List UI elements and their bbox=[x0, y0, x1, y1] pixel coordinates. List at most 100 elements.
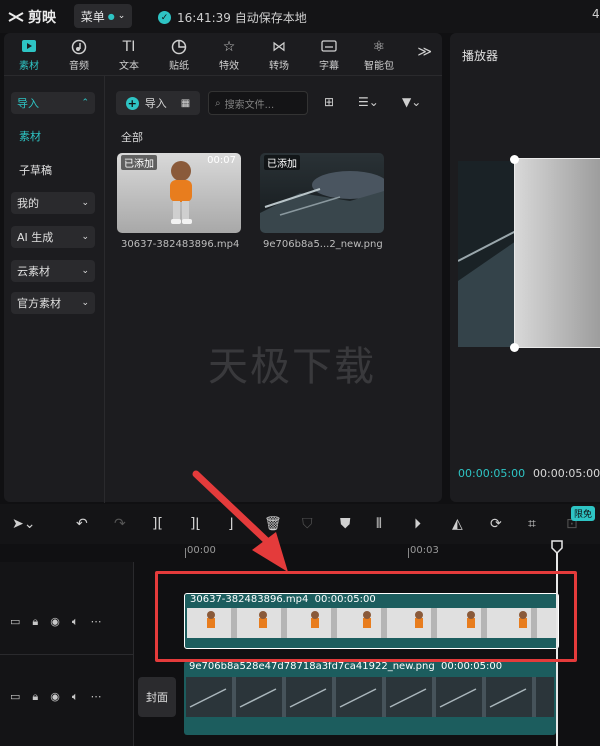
import-label: 导入 bbox=[144, 97, 167, 110]
resize-handle[interactable] bbox=[510, 155, 519, 164]
watermark-text: 天极下载 bbox=[208, 344, 376, 390]
tab-sticker[interactable]: 贴纸 bbox=[154, 33, 204, 75]
chevron-down-icon: ⌄ bbox=[117, 11, 126, 21]
volume-icon[interactable]: 🔈︎ bbox=[72, 690, 79, 704]
sort-icon[interactable]: ☰⌄ bbox=[358, 95, 379, 109]
media-icon bbox=[21, 39, 37, 55]
app-logo: 剪映 bbox=[8, 7, 56, 27]
tab-label: 贴纸 bbox=[169, 61, 189, 72]
image-clip[interactable]: 9e706b8a528e47d78718a3fd7ca41922_new.png… bbox=[184, 661, 556, 735]
import-button[interactable]: + 导入 ▦ bbox=[116, 91, 200, 115]
menu-button[interactable]: 菜单 ● ⌄ bbox=[74, 4, 132, 28]
thumbnail-duration: 00:07 bbox=[207, 155, 236, 166]
view-mode-icon[interactable]: ⊞ bbox=[324, 95, 334, 109]
rotate-icon[interactable]: ⟳ bbox=[490, 516, 502, 532]
subtitle-icon bbox=[321, 39, 337, 55]
more-icon[interactable]: ⋯ bbox=[90, 690, 101, 704]
preview-selected-layer[interactable] bbox=[514, 158, 600, 348]
character-figure bbox=[170, 161, 192, 224]
tab-subtitle[interactable]: 字幕 bbox=[304, 33, 354, 75]
sticker-icon bbox=[171, 39, 187, 55]
media-thumbnail-video[interactable]: 已添加 00:07 bbox=[117, 153, 241, 233]
check-icon: ✓ bbox=[158, 11, 171, 24]
track-thumbnail-icon[interactable]: ▭ bbox=[10, 615, 20, 629]
sidebar-item-label: 我的 bbox=[17, 197, 39, 210]
undo-icon[interactable]: ↶ bbox=[76, 516, 88, 532]
tab-media[interactable]: 素材 bbox=[4, 33, 54, 75]
app-name: 剪映 bbox=[28, 10, 56, 26]
scene-image bbox=[260, 171, 384, 233]
sidebar-item-draft[interactable]: 子草稿 bbox=[19, 162, 52, 178]
filmstrip-scene bbox=[189, 688, 527, 708]
preview-canvas bbox=[458, 155, 600, 352]
play-reverse-icon[interactable]: ⏵ bbox=[414, 516, 421, 532]
menu-label: 菜单 bbox=[80, 9, 105, 24]
select-tool-icon[interactable]: ➤⌄ bbox=[12, 516, 35, 532]
track-controls: ▭ 🔒︎ ◉ 🔈︎ ⋯ bbox=[10, 690, 101, 704]
track-header-divider bbox=[133, 562, 134, 746]
eye-icon[interactable]: ◉ bbox=[50, 690, 60, 704]
menu-dot-icon: ● bbox=[107, 11, 115, 21]
tick-label: 00:03 bbox=[410, 545, 439, 556]
effects-icon: ☆ bbox=[222, 39, 236, 55]
tab-label: 文本 bbox=[119, 61, 139, 72]
tab-audio[interactable]: 音频 bbox=[54, 33, 104, 75]
media-thumbnail-image[interactable]: 已添加 bbox=[260, 153, 384, 233]
sidebar-item-label: 官方素材 bbox=[17, 297, 61, 310]
sidebar-item-import[interactable]: 导入 ⌃ bbox=[11, 92, 95, 114]
lock-icon[interactable]: 🔒︎ bbox=[32, 615, 38, 629]
autosave-text: 16:41:39 自动保存本地 bbox=[177, 11, 307, 25]
all-filter-label: 全部 bbox=[121, 131, 143, 144]
tab-label: 音频 bbox=[69, 61, 89, 72]
lock-icon[interactable]: 🔒︎ bbox=[32, 690, 38, 704]
free-badge: 限免 bbox=[571, 506, 596, 521]
tab-label: 转场 bbox=[269, 61, 289, 72]
annotation-arrow-icon bbox=[192, 470, 288, 572]
more-tabs-icon[interactable]: ≫ bbox=[417, 44, 432, 60]
crop-icon[interactable]: ⌗ bbox=[528, 516, 536, 532]
mirror-icon[interactable]: ◭ bbox=[452, 516, 463, 532]
media-tabs: 素材 音频 TI 文本 贴纸 ☆ 特效 ⋈ 转场 字幕 ⚛ 智能包 bbox=[4, 33, 442, 75]
tick-mark bbox=[408, 548, 409, 558]
sidebar-item-mine[interactable]: 我的 ⌄ bbox=[11, 192, 95, 214]
sidebar-item-cloud[interactable]: 云素材 ⌄ bbox=[11, 260, 95, 282]
tab-text[interactable]: TI 文本 bbox=[104, 33, 154, 75]
capcut-logo-icon bbox=[8, 12, 24, 22]
preview-background-image bbox=[458, 161, 516, 347]
mask-icon[interactable]: ⛊ bbox=[340, 516, 351, 532]
volume-icon[interactable]: 🔈︎ bbox=[72, 615, 79, 629]
eye-icon[interactable]: ◉ bbox=[50, 615, 60, 629]
track-divider bbox=[0, 654, 133, 655]
player-total-time: 00:00:05:00 bbox=[533, 467, 600, 480]
resize-handle[interactable] bbox=[510, 343, 519, 352]
chevron-up-icon: ⌃ bbox=[81, 98, 89, 108]
sidebar-item-label: 云素材 bbox=[17, 265, 50, 278]
sidebar-item-ai-generate[interactable]: AI 生成 ⌄ bbox=[11, 226, 95, 248]
sidebar-item-material[interactable]: 素材 bbox=[19, 128, 41, 144]
more-icon[interactable]: ⋯ bbox=[90, 615, 101, 629]
playhead-handle-icon[interactable] bbox=[551, 540, 563, 554]
track-thumbnail-icon[interactable]: ▭ bbox=[10, 690, 20, 704]
sidebar-item-official[interactable]: 官方素材 ⌄ bbox=[11, 292, 95, 314]
freeze-frame-icon[interactable]: ⫴ bbox=[376, 516, 382, 532]
player-current-time: 00:00:05:00 bbox=[458, 467, 526, 480]
autosave-status: ✓ 16:41:39 自动保存本地 bbox=[158, 9, 307, 26]
filter-icon[interactable]: ▼⌄ bbox=[402, 95, 421, 109]
player-panel: 播放器 00:00:05:00 00:00:05:00 bbox=[450, 33, 600, 502]
audio-icon bbox=[71, 39, 87, 55]
track-controls: ▭ 🔒︎ ◉ 🔈︎ ⋯ bbox=[10, 615, 101, 629]
clip-name: 9e706b8a528e47d78718a3fd7ca41922_new.png… bbox=[189, 661, 503, 672]
tab-effects[interactable]: ☆ 特效 bbox=[204, 33, 254, 75]
added-badge: 已添加 bbox=[121, 155, 157, 170]
smart-pack-icon: ⚛ bbox=[372, 39, 386, 55]
tick-mark bbox=[185, 548, 186, 558]
media-panel: 素材 音频 TI 文本 贴纸 ☆ 特效 ⋈ 转场 字幕 ⚛ 智能包 ≫ 导入 ⌃… bbox=[4, 33, 442, 503]
cover-button[interactable]: 封面 bbox=[138, 677, 176, 717]
tab-transition[interactable]: ⋈ 转场 bbox=[254, 33, 304, 75]
player-title: 播放器 bbox=[462, 49, 499, 63]
tab-label: 特效 bbox=[219, 61, 239, 72]
tab-smart-pack[interactable]: ⚛ 智能包 bbox=[354, 33, 404, 75]
search-input[interactable]: ⌕ 搜索文件... bbox=[208, 91, 308, 115]
track-headers: ▭ 🔒︎ ◉ 🔈︎ ⋯ ▭ 🔒︎ ◉ 🔈︎ ⋯ bbox=[0, 562, 133, 746]
split-icon[interactable]: ][ bbox=[152, 516, 163, 532]
